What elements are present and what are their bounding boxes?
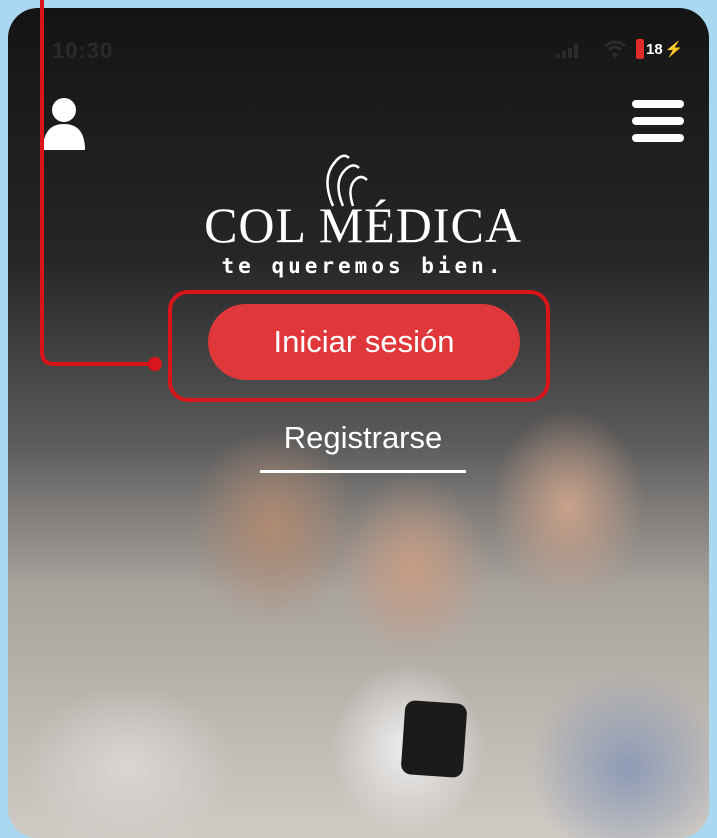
- user-icon: [43, 98, 85, 150]
- colmedica-logo: COL MÉDICA te queremos bien.: [178, 148, 548, 288]
- hamburger-menu-button[interactable]: [632, 100, 688, 150]
- register-underline: [260, 470, 466, 473]
- status-bar: 10:30 18 ⚡: [8, 8, 709, 78]
- battery-indicator: 18 ⚡: [636, 38, 683, 60]
- logo-tagline: te queremos bien.: [221, 254, 505, 278]
- hamburger-menu-icon: [632, 100, 684, 108]
- wifi-icon: [604, 40, 626, 58]
- logo-brand-text: COL MÉDICA: [204, 197, 522, 253]
- battery-level: 18: [646, 40, 663, 58]
- login-button[interactable]: Iniciar sesión: [208, 304, 520, 380]
- register-label: Registrarse: [283, 420, 443, 455]
- signal-icon: [556, 44, 578, 58]
- app-screen: 10:30 18 ⚡ COL MÉDICA te queremos bien. …: [8, 8, 709, 838]
- user-profile-button[interactable]: [41, 96, 87, 152]
- battery-icon: [636, 39, 644, 59]
- smartphone-in-photo: [400, 699, 468, 779]
- charging-icon: ⚡: [664, 41, 684, 58]
- status-time: 10:30: [52, 38, 114, 63]
- register-link[interactable]: Registrarse: [260, 420, 466, 473]
